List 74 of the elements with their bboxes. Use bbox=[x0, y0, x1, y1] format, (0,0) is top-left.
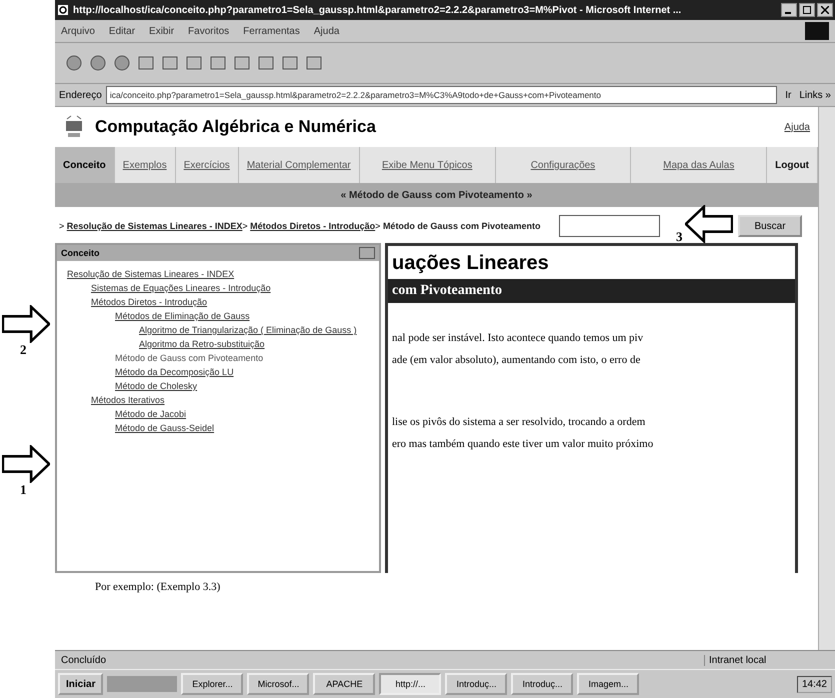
address-field[interactable]: ica/conceito.php?parametro1=Sela_gaussp.html&parametro2=2.2.2&parametro3=M%C3%A9todo+de+Gauss+com+Pivoteamento bbox=[106, 86, 778, 104]
links-label[interactable]: Links » bbox=[799, 90, 831, 100]
clock: 14:42 bbox=[796, 676, 832, 692]
nav-tab[interactable]: Exercícios bbox=[176, 147, 239, 183]
taskbar-button[interactable]: APACHE bbox=[313, 673, 376, 695]
tree-item[interactable]: Métodos Iterativos bbox=[61, 395, 165, 406]
annotation-number: 2 bbox=[20, 343, 26, 356]
breadcrumb-link[interactable]: Resolução de Sistemas Lineares - INDEX bbox=[66, 221, 242, 231]
tree-item[interactable]: Algoritmo da Retro-substituição bbox=[61, 339, 265, 350]
nav-tab[interactable]: Configurações bbox=[496, 147, 632, 183]
annotation-number: 3 bbox=[676, 230, 682, 243]
nav-tab[interactable]: Mapa das Aulas bbox=[631, 147, 768, 183]
minimize-button[interactable] bbox=[781, 3, 797, 17]
topic-bar: « Método de Gauss com Pivoteamento » bbox=[55, 183, 818, 207]
site-title: Computação Algébrica e Numérica bbox=[95, 117, 377, 137]
taskbar-button[interactable]: Microsof... bbox=[247, 673, 310, 695]
menu-item[interactable]: Arquivo bbox=[61, 26, 95, 36]
paragraph-line: nal pode ser instável. Isto acontece quando temos um piv bbox=[391, 331, 644, 346]
menu-item[interactable]: Editar bbox=[108, 26, 136, 36]
page-heading: uações Lineares bbox=[391, 251, 550, 276]
address-label: Endereço bbox=[59, 90, 102, 100]
panel-title: Conceito bbox=[61, 248, 100, 258]
nav-tab[interactable]: Material Complementar bbox=[238, 147, 360, 183]
site-logo-icon bbox=[63, 115, 85, 139]
window-title: http://localhost/ica/conceito.php?parametro1=Sela_gaussp.html&parametro2=2.2.2&parametro3=M%Pivot - Microsoft Internet ... bbox=[73, 4, 682, 16]
tree-item[interactable]: Método de Gauss-Seidel bbox=[61, 423, 214, 434]
nav-tab[interactable]: Exibe Menu Tópicos bbox=[360, 147, 496, 183]
browser-icon bbox=[57, 4, 69, 16]
tree-item[interactable]: Método de Jacobi bbox=[61, 409, 186, 420]
taskbar-button[interactable]: http://... bbox=[379, 673, 442, 695]
close-icon bbox=[821, 6, 829, 14]
tree-item[interactable]: Sistemas de Equações Lineares - Introdução bbox=[61, 283, 271, 294]
paragraph-line: ero mas também quando este tiver um valor muito próximo bbox=[391, 437, 654, 452]
search-field[interactable] bbox=[559, 215, 660, 237]
security-zone: Intranet local bbox=[704, 654, 829, 666]
nav-tab[interactable]: Exemplos bbox=[114, 147, 176, 183]
breadcrumb-separator: > bbox=[59, 221, 64, 231]
paragraph-line: ade (em valor absoluto), aumentando com isto, o erro de bbox=[391, 353, 642, 368]
start-button[interactable]: Iniciar bbox=[58, 673, 104, 695]
maximize-button[interactable] bbox=[799, 3, 815, 17]
status-text: Concluído bbox=[61, 654, 106, 666]
taskbar-button[interactable]: Explorer... bbox=[181, 673, 244, 695]
scroll-bar[interactable] bbox=[818, 107, 835, 650]
current-page-title: Método de Gauss com Pivoteamento bbox=[382, 221, 540, 231]
breadcrumb-link[interactable]: Métodos Diretos - Introdução bbox=[250, 221, 376, 231]
annotation-arrow bbox=[684, 205, 732, 243]
breadcrumb-separator: > bbox=[375, 221, 380, 231]
annotation-number: 1 bbox=[20, 483, 26, 496]
tree-item[interactable]: Método de Gauss com Pivoteamento bbox=[61, 353, 264, 364]
menu-item[interactable]: Exibir bbox=[149, 26, 174, 36]
paragraph-line: lise os pivôs do sistema a ser resolvido, trocando a ordem bbox=[391, 415, 646, 430]
maximize-icon bbox=[803, 6, 811, 14]
panel-buttons-icon[interactable] bbox=[359, 247, 375, 259]
taskbar-button[interactable]: Introduç... bbox=[511, 673, 574, 695]
help-link[interactable]: Ajuda bbox=[784, 122, 810, 132]
breadcrumb-separator: > bbox=[242, 221, 248, 231]
tree-item[interactable]: Resolução de Sistemas Lineares - INDEX bbox=[61, 269, 234, 280]
menu-item[interactable]: Ferramentas bbox=[243, 26, 300, 36]
tree-item[interactable]: Métodos de Eliminação de Gauss bbox=[61, 311, 250, 322]
search-button[interactable]: Buscar bbox=[738, 215, 802, 237]
section-heading: com Pivoteamento bbox=[388, 279, 795, 303]
close-button[interactable] bbox=[817, 3, 833, 17]
taskbar-button[interactable]: Imagem... bbox=[577, 673, 640, 695]
taskbar-button[interactable]: Introduç... bbox=[445, 673, 508, 695]
menu-item[interactable]: Ajuda bbox=[314, 26, 340, 36]
tree-item[interactable]: Método da Decomposição LU bbox=[61, 367, 234, 378]
tree-item[interactable]: Método de Cholesky bbox=[61, 381, 198, 392]
nav-tab[interactable]: Conceito bbox=[55, 147, 115, 183]
nav-tab[interactable]: Logout bbox=[767, 147, 818, 183]
tree-item[interactable]: Métodos Diretos - Introdução bbox=[61, 297, 208, 308]
tree-item[interactable]: Algoritmo de Triangularização ( Eliminação de Gauss ) bbox=[61, 325, 357, 336]
example-text: Por exemplo: (Exemplo 3.3) bbox=[94, 580, 222, 595]
go-button[interactable]: Ir bbox=[781, 90, 796, 100]
menu-item[interactable]: Favoritos bbox=[188, 26, 230, 36]
